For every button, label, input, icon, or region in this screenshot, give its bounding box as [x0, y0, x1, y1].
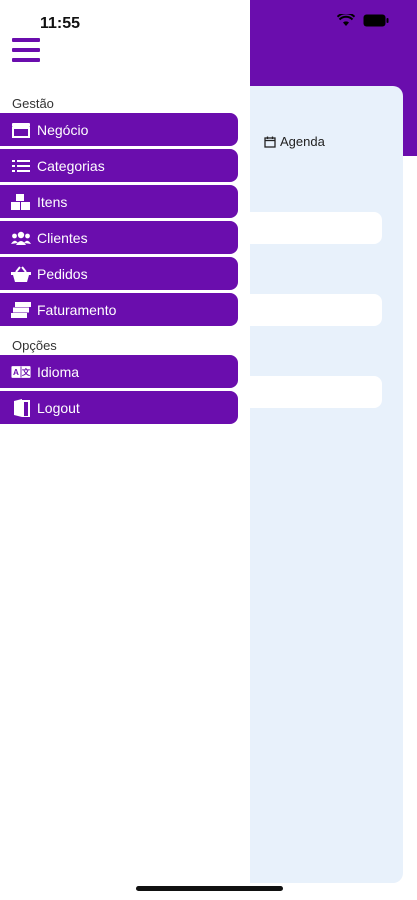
boxes-icon	[11, 193, 31, 211]
menu-item-idioma[interactable]: A 文 Idioma	[0, 355, 238, 388]
hamburger-menu-icon[interactable]	[12, 38, 40, 64]
menu-item-logout[interactable]: Logout	[0, 391, 238, 424]
menu-label: Categorias	[37, 157, 105, 174]
content-card[interactable]	[240, 294, 382, 326]
svg-text:文: 文	[22, 367, 31, 377]
money-icon	[11, 301, 31, 319]
main-content-panel	[230, 86, 403, 883]
battery-icon	[363, 14, 389, 27]
menu-label: Clientes	[37, 229, 88, 246]
menu-item-categorias[interactable]: Categorias	[0, 149, 238, 182]
menu-label: Idioma	[37, 363, 80, 380]
menu-label: Itens	[37, 193, 68, 210]
store-icon	[11, 121, 31, 139]
menu-label: Logout	[37, 399, 80, 416]
door-icon	[11, 398, 31, 417]
menu-item-faturamento[interactable]: Faturamento	[0, 293, 238, 326]
content-card[interactable]	[240, 376, 382, 408]
calendar-icon	[264, 136, 276, 148]
list-icon	[11, 157, 31, 175]
language-icon: A 文	[11, 363, 31, 381]
home-indicator[interactable]	[136, 886, 283, 891]
section-title-gestao: Gestão	[12, 96, 54, 111]
menu-item-negocio[interactable]: Negócio	[0, 113, 238, 146]
menu-item-pedidos[interactable]: Pedidos	[0, 257, 238, 290]
menu-label: Pedidos	[37, 265, 88, 282]
menu-item-itens[interactable]: Itens	[0, 185, 238, 218]
menu-item-clientes[interactable]: Clientes	[0, 221, 238, 254]
status-time: 11:55	[40, 15, 81, 32]
wifi-icon	[337, 14, 355, 26]
agenda-label: Agenda	[280, 134, 325, 149]
agenda-link[interactable]: Agenda	[264, 134, 325, 149]
svg-text:A: A	[13, 368, 19, 377]
menu-label: Faturamento	[37, 301, 117, 318]
basket-icon	[11, 265, 31, 283]
section-title-opcoes: Opções	[12, 338, 57, 353]
navigation-drawer: 11:55 Gestão Negócio Categorias Itens Cl…	[0, 0, 250, 900]
content-card[interactable]	[240, 212, 382, 244]
users-icon	[11, 229, 31, 247]
status-icons	[337, 14, 389, 27]
menu-label: Negócio	[37, 121, 89, 138]
